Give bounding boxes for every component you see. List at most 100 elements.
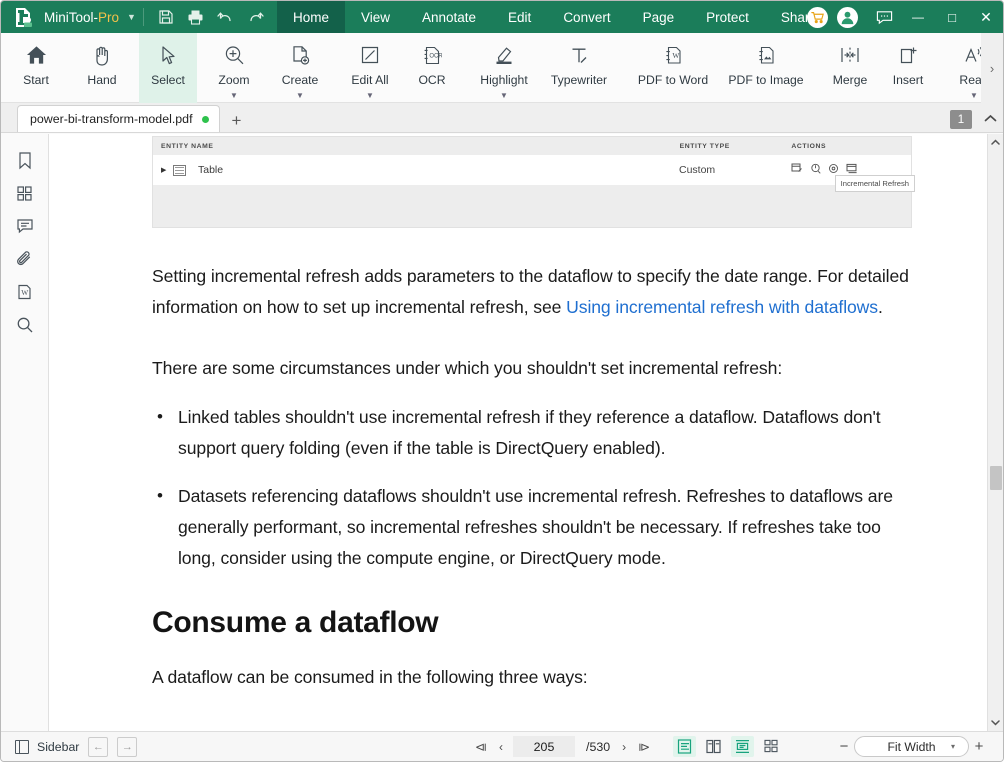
- first-page-button[interactable]: ⧏: [471, 740, 491, 754]
- bookmark-icon[interactable]: [8, 144, 42, 176]
- page-navigation: ⧏ ‹ /530 › ⧐: [471, 736, 654, 757]
- last-page-button[interactable]: ⧐: [634, 740, 654, 754]
- continuous-scroll-view-button[interactable]: [731, 736, 754, 757]
- ribbon-button-edit-all[interactable]: Edit All ▼: [337, 33, 403, 103]
- main-menu: Home View Annotate Edit Convert Page Pro…: [276, 1, 853, 33]
- title-divider: [142, 8, 144, 26]
- link-using-incremental-refresh[interactable]: Using incremental refresh with dataflows: [566, 297, 878, 317]
- unsaved-changes-dot-icon: [201, 115, 209, 123]
- title-bar: MiniTool-Pro ▼ Home View Annotate Edit C…: [1, 1, 1003, 33]
- ribbon-overflow-chevron-right-icon[interactable]: ›: [981, 33, 1003, 103]
- view-mode-buttons: [673, 736, 783, 757]
- navigate-back-button[interactable]: ←: [88, 736, 109, 757]
- chevron-down-icon[interactable]: ▼: [970, 92, 978, 100]
- close-button[interactable]: ✕: [969, 1, 1003, 33]
- minimize-button[interactable]: —: [901, 1, 935, 33]
- pdf-viewer: ENTITY NAME ENTITY TYPE ACTIONS ▶ Table …: [49, 134, 1003, 731]
- sidebar-toggle-icon[interactable]: [15, 739, 29, 754]
- menu-item-page[interactable]: Page: [627, 1, 691, 33]
- zoom-in-button[interactable]: +: [969, 738, 989, 755]
- ribbon-button-merge[interactable]: Merge: [821, 33, 879, 103]
- app-title: MiniTool-Pro: [44, 10, 119, 25]
- new-tab-button[interactable]: +: [232, 112, 242, 129]
- paragraph-circumstances: There are some circumstances under which…: [152, 358, 783, 378]
- app-menu-chevron-down-icon[interactable]: ▼: [127, 12, 136, 22]
- search-icon[interactable]: [8, 309, 42, 341]
- redo-icon[interactable]: [241, 1, 271, 33]
- feedback-icon[interactable]: [867, 1, 901, 33]
- chevron-down-icon[interactable]: ▾: [951, 742, 955, 751]
- chevron-down-icon[interactable]: ▼: [500, 92, 508, 100]
- edit-table-icon: [791, 163, 803, 177]
- ribbon-label-edit-all: Edit All: [351, 73, 389, 87]
- ribbon-button-pdf-to-image[interactable]: PDF to Image: [719, 33, 813, 103]
- ribbon-button-highlight[interactable]: Highlight ▼: [469, 33, 539, 103]
- menu-item-convert[interactable]: Convert: [547, 1, 626, 33]
- save-icon[interactable]: [151, 1, 181, 33]
- undo-icon[interactable]: [211, 1, 241, 33]
- zoom-out-button[interactable]: −: [834, 738, 854, 755]
- scroll-up-arrow-icon[interactable]: [988, 134, 1004, 151]
- sidebar-toggle-label[interactable]: Sidebar: [37, 740, 79, 754]
- previous-page-button[interactable]: ‹: [491, 740, 511, 754]
- single-page-view-button[interactable]: [673, 736, 696, 757]
- menu-item-home[interactable]: Home: [276, 1, 345, 33]
- ribbon-button-start[interactable]: Start: [7, 33, 65, 103]
- section-heading-consume-a-dataflow: Consume a dataflow: [152, 606, 439, 639]
- collapse-ribbon-chevron-up-icon[interactable]: [984, 114, 997, 126]
- ribbon-button-ocr[interactable]: OCR OCR: [403, 33, 461, 103]
- total-pages-label: /530: [586, 739, 611, 754]
- table-header-row: ENTITY NAME ENTITY TYPE ACTIONS: [153, 137, 911, 155]
- comment-icon[interactable]: [8, 210, 42, 242]
- ribbon-button-insert[interactable]: Insert: [879, 33, 937, 103]
- menu-item-edit[interactable]: Edit: [492, 1, 547, 33]
- ribbon-button-select[interactable]: Select: [139, 33, 197, 103]
- ribbon-button-typewriter[interactable]: Typewriter: [539, 33, 619, 103]
- page-number-input[interactable]: [513, 736, 575, 757]
- chevron-down-icon[interactable]: ▼: [296, 92, 304, 100]
- ribbon-label-select: Select: [151, 73, 185, 87]
- title-bar-right-controls: — □ ✕: [807, 1, 1003, 33]
- ribbon-label-merge: Merge: [832, 73, 868, 87]
- document-tab-bar: power-bi-transform-model.pdf + 1: [1, 103, 1003, 133]
- svg-text:W: W: [21, 288, 28, 297]
- scroll-down-arrow-icon[interactable]: [988, 714, 1004, 731]
- cart-icon[interactable]: [807, 6, 828, 28]
- table-entity-icon: [173, 164, 186, 176]
- zoom-in-icon: [224, 40, 245, 70]
- zoom-controls: − Fit Width ▾ +: [834, 736, 989, 757]
- app-title-main: MiniTool-: [44, 9, 99, 25]
- chevron-down-icon[interactable]: ▼: [366, 92, 374, 100]
- thumbnail-grid-view-button[interactable]: [760, 736, 783, 757]
- account-icon[interactable]: [837, 6, 858, 28]
- table-row: ▶ Table Custom: [153, 155, 911, 185]
- ribbon-button-zoom[interactable]: Zoom ▼: [205, 33, 263, 103]
- ribbon-button-create[interactable]: Create ▼: [271, 33, 329, 103]
- app-title-accent: Pro: [98, 9, 120, 25]
- paragraph-incremental-refresh: Setting incremental refresh adds paramet…: [152, 261, 912, 323]
- scrollbar-track[interactable]: [988, 151, 1004, 714]
- ocr-icon: OCR: [422, 40, 442, 70]
- menu-item-annotate[interactable]: Annotate: [406, 1, 492, 33]
- refresh-icon: [810, 163, 821, 177]
- ribbon-button-hand[interactable]: Hand: [73, 33, 131, 103]
- pdf-page[interactable]: ENTITY NAME ENTITY TYPE ACTIONS ▶ Table …: [49, 134, 987, 731]
- word-icon[interactable]: W: [8, 276, 42, 308]
- ribbon-button-pdf-to-word[interactable]: W PDF to Word: [627, 33, 719, 103]
- maximize-button[interactable]: □: [935, 1, 969, 33]
- two-page-view-button[interactable]: [702, 736, 725, 757]
- minitool-pdf-window: MiniTool-Pro ▼ Home View Annotate Edit C…: [0, 0, 1004, 762]
- menu-item-protect[interactable]: Protect: [690, 1, 765, 33]
- print-icon[interactable]: [181, 1, 211, 33]
- chevron-down-icon[interactable]: ▼: [230, 92, 238, 100]
- navigate-forward-button[interactable]: →: [117, 736, 138, 757]
- vertical-scrollbar[interactable]: [987, 134, 1003, 731]
- thumbnails-icon[interactable]: [8, 177, 42, 209]
- ribbon-label-highlight: Highlight: [480, 73, 528, 87]
- document-tab[interactable]: power-bi-transform-model.pdf: [17, 105, 220, 132]
- scrollbar-thumb[interactable]: [989, 466, 1002, 491]
- menu-item-view[interactable]: View: [345, 1, 406, 33]
- zoom-level-dropdown[interactable]: Fit Width ▾: [854, 736, 969, 757]
- next-page-button[interactable]: ›: [614, 740, 634, 754]
- attachment-icon[interactable]: [8, 243, 42, 275]
